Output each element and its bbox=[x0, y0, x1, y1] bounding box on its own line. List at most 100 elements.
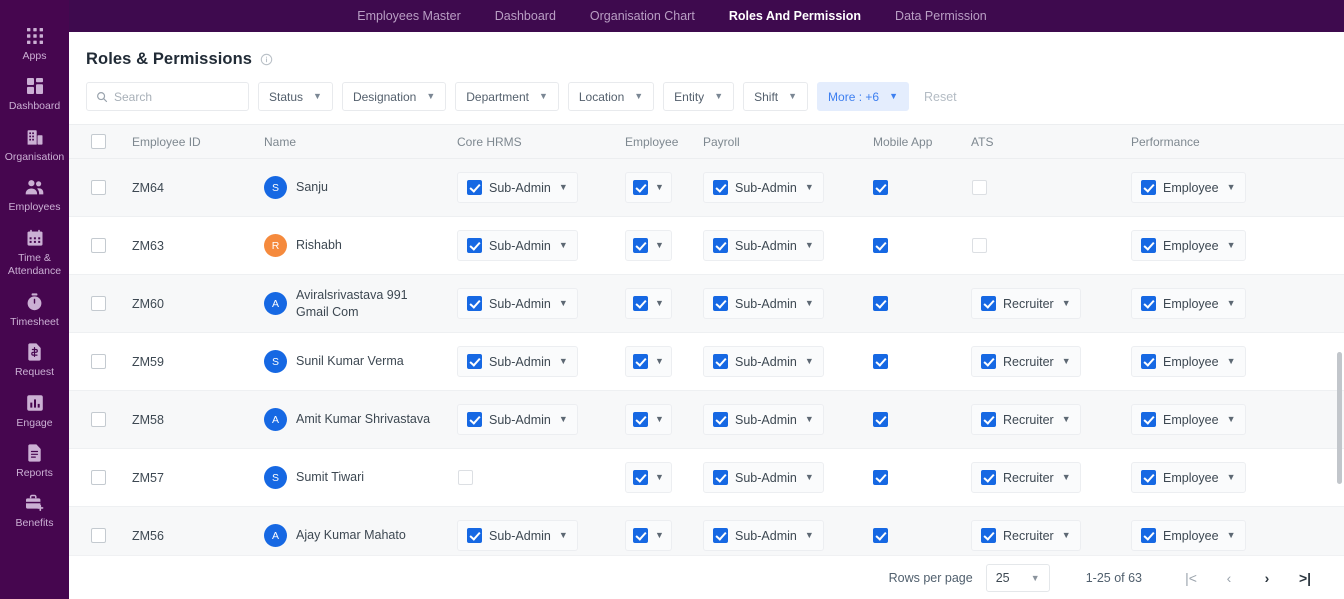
ats-dropdown[interactable]: Recruiter ▼ bbox=[971, 346, 1081, 377]
employee-checkbox[interactable] bbox=[633, 412, 648, 427]
header-employee-id[interactable]: Employee ID bbox=[111, 124, 259, 159]
table-row[interactable]: ZM64 S Sanju Sub-Admin ▼ ▼ Sub-Admin ▼ Employee ▼ bbox=[69, 158, 1344, 217]
search-input[interactable] bbox=[114, 89, 239, 104]
topnav-item-data-permission[interactable]: Data Permission bbox=[895, 9, 987, 23]
header-payroll[interactable]: Payroll bbox=[695, 124, 865, 159]
ats-dropdown[interactable]: Recruiter ▼ bbox=[971, 462, 1081, 493]
row-select-checkbox[interactable] bbox=[91, 180, 106, 196]
employee-checkbox[interactable] bbox=[633, 470, 648, 485]
payroll-dropdown[interactable]: Sub-Admin ▼ bbox=[703, 404, 824, 435]
employee-dropdown[interactable]: ▼ bbox=[625, 288, 672, 319]
core-hrms-checkbox[interactable] bbox=[467, 412, 482, 427]
mobile-app-checkbox[interactable] bbox=[873, 412, 888, 428]
table-row[interactable]: ZM58 A Amit Kumar Shrivastava Sub-Admin ▼ ▼ Su… bbox=[69, 390, 1344, 449]
topnav-item-organisation-chart[interactable]: Organisation Chart bbox=[590, 9, 695, 23]
core-hrms-checkbox[interactable] bbox=[467, 238, 482, 253]
mobile-app-checkbox[interactable] bbox=[873, 528, 888, 544]
last-page-button[interactable]: >| bbox=[1286, 563, 1324, 593]
core-hrms-checkbox[interactable] bbox=[458, 470, 473, 485]
performance-checkbox[interactable] bbox=[1141, 412, 1156, 427]
employee-dropdown[interactable]: ▼ bbox=[625, 520, 672, 551]
topnav-item-dashboard[interactable]: Dashboard bbox=[495, 9, 556, 23]
performance-checkbox[interactable] bbox=[1141, 238, 1156, 253]
core-hrms-dropdown[interactable]: Sub-Admin ▼ bbox=[457, 346, 578, 377]
performance-checkbox[interactable] bbox=[1141, 528, 1156, 543]
mobile-app-checkbox[interactable] bbox=[873, 296, 888, 312]
payroll-checkbox[interactable] bbox=[713, 528, 728, 543]
row-select-checkbox[interactable] bbox=[91, 528, 106, 544]
payroll-dropdown[interactable]: Sub-Admin ▼ bbox=[703, 288, 824, 319]
performance-checkbox[interactable] bbox=[1141, 296, 1156, 311]
performance-dropdown[interactable]: Employee ▼ bbox=[1131, 462, 1246, 493]
header-name[interactable]: Name bbox=[259, 124, 449, 159]
row-select-checkbox[interactable] bbox=[91, 238, 106, 254]
payroll-dropdown[interactable]: Sub-Admin ▼ bbox=[703, 230, 824, 261]
sidebar-item-timesheet[interactable]: Timesheet bbox=[0, 292, 69, 329]
employee-dropdown[interactable]: ▼ bbox=[625, 462, 672, 493]
row-select-checkbox[interactable] bbox=[91, 412, 106, 428]
performance-dropdown[interactable]: Employee ▼ bbox=[1131, 230, 1246, 261]
first-page-button[interactable]: |< bbox=[1172, 563, 1210, 593]
filter-chip-department[interactable]: Department ▼ bbox=[455, 82, 559, 111]
ats-dropdown[interactable]: Recruiter ▼ bbox=[971, 404, 1081, 435]
payroll-dropdown[interactable]: Sub-Admin ▼ bbox=[703, 346, 824, 377]
ats-checkbox[interactable] bbox=[972, 238, 987, 253]
sidebar-item-organisation[interactable]: Organisation bbox=[0, 127, 69, 164]
header-mobile-app[interactable]: Mobile App bbox=[865, 124, 963, 159]
sidebar-item-employees[interactable]: Employees bbox=[0, 177, 69, 214]
select-all-checkbox[interactable] bbox=[91, 134, 106, 150]
sidebar-item-benefits[interactable]: Benefits bbox=[0, 493, 69, 530]
performance-checkbox[interactable] bbox=[1141, 354, 1156, 369]
sidebar-item-dashboard[interactable]: Dashboard bbox=[0, 76, 69, 113]
employee-checkbox[interactable] bbox=[633, 296, 648, 311]
ats-dropdown[interactable]: Recruiter ▼ bbox=[971, 288, 1081, 319]
table-row[interactable]: ZM63 R Rishabh Sub-Admin ▼ ▼ Sub-Admin ▼ Employe… bbox=[69, 216, 1344, 275]
row-select-checkbox[interactable] bbox=[91, 354, 106, 370]
employee-dropdown[interactable]: ▼ bbox=[625, 230, 672, 261]
core-hrms-dropdown[interactable]: Sub-Admin ▼ bbox=[457, 520, 578, 551]
core-hrms-checkbox[interactable] bbox=[467, 354, 482, 369]
reset-button[interactable]: Reset bbox=[918, 90, 963, 104]
ats-checkbox[interactable] bbox=[972, 180, 987, 195]
payroll-checkbox[interactable] bbox=[713, 180, 728, 195]
table-row[interactable]: ZM59 S Sunil Kumar Verma Sub-Admin ▼ ▼ Sub-Adm… bbox=[69, 332, 1344, 391]
topnav-item-employees-master[interactable]: Employees Master bbox=[357, 9, 461, 23]
employee-checkbox[interactable] bbox=[633, 180, 648, 195]
mobile-app-checkbox[interactable] bbox=[873, 238, 888, 254]
info-circle-icon[interactable] bbox=[260, 53, 273, 66]
header-performance[interactable]: Performance bbox=[1109, 124, 1344, 159]
mobile-app-checkbox[interactable] bbox=[873, 354, 888, 370]
filter-chip-location[interactable]: Location ▼ bbox=[567, 82, 655, 111]
ats-checkbox[interactable] bbox=[981, 296, 996, 311]
payroll-checkbox[interactable] bbox=[713, 354, 728, 369]
payroll-checkbox[interactable] bbox=[713, 238, 728, 253]
employee-dropdown[interactable]: ▼ bbox=[625, 172, 672, 203]
employee-dropdown[interactable]: ▼ bbox=[625, 404, 672, 435]
filter-chip-entity[interactable]: Entity ▼ bbox=[663, 82, 735, 111]
core-hrms-checkbox[interactable] bbox=[467, 296, 482, 311]
employee-checkbox[interactable] bbox=[633, 528, 648, 543]
search-box[interactable] bbox=[86, 82, 249, 111]
sidebar-item-engage[interactable]: Engage bbox=[0, 393, 69, 430]
ats-dropdown[interactable]: Recruiter ▼ bbox=[971, 520, 1081, 551]
performance-dropdown[interactable]: Employee ▼ bbox=[1131, 346, 1246, 377]
ats-checkbox[interactable] bbox=[981, 470, 996, 485]
payroll-dropdown[interactable]: Sub-Admin ▼ bbox=[703, 520, 824, 551]
header-core-hrms[interactable]: Core HRMS bbox=[449, 124, 617, 159]
sidebar-item-time-attendance[interactable]: Time & Attendance bbox=[0, 228, 69, 279]
header-ats[interactable]: ATS bbox=[963, 124, 1109, 159]
mobile-app-checkbox[interactable] bbox=[873, 180, 888, 196]
mobile-app-checkbox[interactable] bbox=[873, 470, 888, 486]
employee-dropdown[interactable]: ▼ bbox=[625, 346, 672, 377]
ats-checkbox[interactable] bbox=[981, 412, 996, 427]
rows-per-page-select[interactable]: 25 ▼ bbox=[985, 563, 1050, 592]
filter-chip-designation[interactable]: Designation ▼ bbox=[341, 82, 447, 111]
performance-dropdown[interactable]: Employee ▼ bbox=[1131, 288, 1246, 319]
previous-page-button[interactable]: ‹ bbox=[1210, 563, 1248, 593]
filter-chip-more-6[interactable]: More : +6 ▼ bbox=[817, 82, 909, 111]
core-hrms-dropdown[interactable]: Sub-Admin ▼ bbox=[457, 288, 578, 319]
sidebar-item-request[interactable]: Request bbox=[0, 342, 69, 379]
filter-chip-shift[interactable]: Shift ▼ bbox=[743, 82, 809, 111]
header-employee[interactable]: Employee bbox=[617, 124, 695, 159]
ats-checkbox[interactable] bbox=[981, 354, 996, 369]
